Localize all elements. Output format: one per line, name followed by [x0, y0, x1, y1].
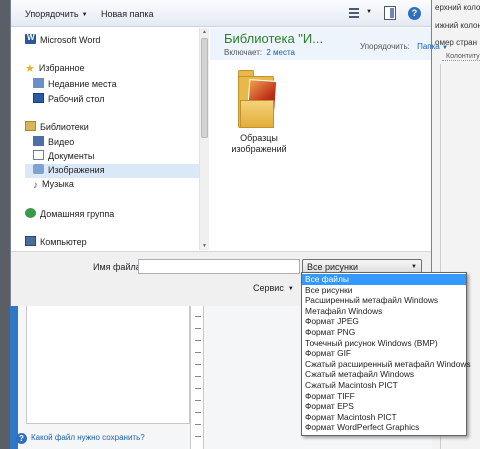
scroll-thumb[interactable] [201, 38, 208, 138]
nav-item-label: Компьютер [40, 237, 87, 247]
filetype-option[interactable]: Формат PNG [302, 327, 466, 338]
sample-pictures-folder-icon[interactable] [238, 70, 280, 128]
documents-icon [33, 150, 44, 160]
desktop-icon [33, 93, 44, 103]
nav-scrollbar[interactable]: ▲ ▼ [199, 28, 209, 250]
organize-label: Упорядочить [25, 9, 79, 19]
nav-item-label: Избранное [38, 63, 85, 73]
vertical-ruler [190, 306, 204, 449]
doc-line: ижний колон [435, 21, 480, 30]
navigation-pane: Microsoft Word ★Избранное Недавние места… [11, 28, 209, 250]
blue-strip [10, 306, 18, 449]
nav-item-label: Microsoft Word [40, 35, 101, 45]
filetype-option[interactable]: Расширенный метафайл Windows [302, 295, 466, 306]
filetype-option[interactable]: Формат Macintosh PICT [302, 412, 466, 423]
help-link[interactable]: Какой файл нужно сохранить? [31, 433, 145, 442]
chevron-down-icon: ▼ [287, 286, 294, 292]
help-icon[interactable]: ? [408, 7, 421, 20]
word-icon [25, 33, 36, 44]
filename-label: Имя файла: [93, 262, 144, 272]
filetype-option[interactable]: Формат GIF [302, 348, 466, 359]
library-header: Библиотека "И... Включает: 2 места Упоря… [210, 28, 448, 60]
nav-item-label: Видео [48, 137, 75, 147]
filetype-option[interactable]: Формат WordPerfect Graphics [302, 422, 466, 433]
includes-link[interactable]: 2 места [266, 48, 295, 57]
nav-item-label: Библиотеки [40, 122, 89, 132]
nav-item-label: Музыка [42, 179, 74, 189]
includes-label: Включает: [224, 48, 263, 57]
chevron-down-icon: ▼ [81, 12, 88, 18]
tools-button[interactable]: Сервис ▼ [253, 283, 294, 293]
help-circle-icon: ? [16, 433, 27, 444]
chevron-down-icon: ▼ [441, 45, 448, 51]
star-icon: ★ [25, 63, 35, 75]
nav-item-microsoft-word[interactable]: Microsoft Word [25, 33, 101, 48]
chevron-down-icon: ▼ [411, 264, 417, 270]
nav-item-label: Изображения [48, 165, 105, 175]
filetype-option[interactable]: Сжатый расширенный метафайл Windows [302, 359, 471, 370]
tools-label: Сервис [253, 283, 284, 293]
nav-item-pictures[interactable]: Изображения [25, 164, 201, 178]
video-icon [33, 136, 44, 146]
nav-item-label: Документы [48, 151, 95, 161]
filetype-option[interactable]: Все рисунки [302, 285, 466, 296]
organize-button[interactable]: Упорядочить ▼ [25, 9, 88, 19]
library-includes: Включает: 2 места [224, 48, 295, 57]
preview-pane-icon[interactable] [384, 6, 396, 20]
filetype-option[interactable]: Формат TIFF [302, 391, 466, 402]
file-list-pane: Библиотека "И... Включает: 2 места Упоря… [210, 28, 448, 250]
filename-input[interactable] [138, 259, 300, 274]
insert-picture-dialog: Упорядочить▼ Новая папка ▼ ? Microsoft W… [10, 0, 448, 306]
nav-item-label: Рабочий стол [48, 94, 105, 104]
music-icon: ♪ [33, 180, 38, 191]
nav-item-computer[interactable]: Компьютер [25, 236, 87, 250]
nav-item-label: Недавние места [48, 79, 117, 89]
recent-places-icon [33, 78, 44, 88]
arrange-label: Упорядочить: [360, 42, 410, 51]
nav-item-documents[interactable]: Документы [33, 150, 94, 164]
nav-item-desktop[interactable]: Рабочий стол [33, 93, 105, 107]
nav-item-homegroup[interactable]: Домашняя группа [25, 208, 114, 222]
scroll-up-icon[interactable]: ▲ [202, 29, 207, 35]
nav-item-favorites[interactable]: ★ Избранное [25, 62, 85, 76]
dialog-toolbar: Упорядочить ▼ Новая папка ▼ ? [11, 0, 431, 27]
view-options-icon[interactable] [347, 6, 361, 20]
nav-item-label: Домашняя группа [40, 209, 115, 219]
view-options-chevron-icon[interactable]: ▼ [366, 9, 372, 15]
filetype-option[interactable]: Сжатый метафайл Windows [302, 369, 466, 380]
nav-item-libraries[interactable]: Библиотеки [25, 121, 89, 135]
filetype-value: Все рисунки [307, 262, 358, 272]
dotted-divider [442, 60, 480, 61]
preview-box [26, 306, 190, 424]
arrange-value: Папка [417, 42, 440, 51]
nav-item-recent-places[interactable]: Недавние места [33, 78, 117, 92]
scroll-down-icon[interactable]: ▼ [202, 243, 207, 249]
filetype-option[interactable]: Сжатый Macintosh PICT [302, 380, 466, 391]
libraries-icon [25, 121, 36, 131]
filetype-option[interactable]: Формат EPS [302, 401, 466, 412]
arrange-dropdown[interactable]: Папка ▼ [417, 42, 448, 51]
arrange-by: Упорядочить: Папка ▼ [360, 42, 448, 51]
header-footer-label: Колонтиту [446, 53, 480, 60]
nav-item-video[interactable]: Видео [33, 136, 74, 150]
doc-line: ерхний колон [435, 3, 480, 12]
new-folder-button[interactable]: Новая папка [101, 9, 153, 19]
library-title: Библиотека "И... [224, 31, 324, 46]
filetype-option[interactable]: Формат JPEG [302, 316, 466, 327]
filetype-option[interactable]: Все файлы [302, 274, 466, 285]
computer-icon [25, 236, 36, 246]
filetype-dropdown-list: Все файлы Все рисунки Расширенный метафа… [301, 272, 471, 436]
homegroup-icon [25, 208, 36, 218]
filetype-option[interactable]: Метафайл Windows [302, 306, 466, 317]
filetype-option[interactable]: Точечный рисунок Windows (BMP) [302, 338, 466, 349]
nav-item-music[interactable]: ♪ Музыка [33, 179, 74, 193]
pictures-icon [33, 164, 44, 174]
folder-label[interactable]: Образцы изображений [226, 133, 292, 155]
